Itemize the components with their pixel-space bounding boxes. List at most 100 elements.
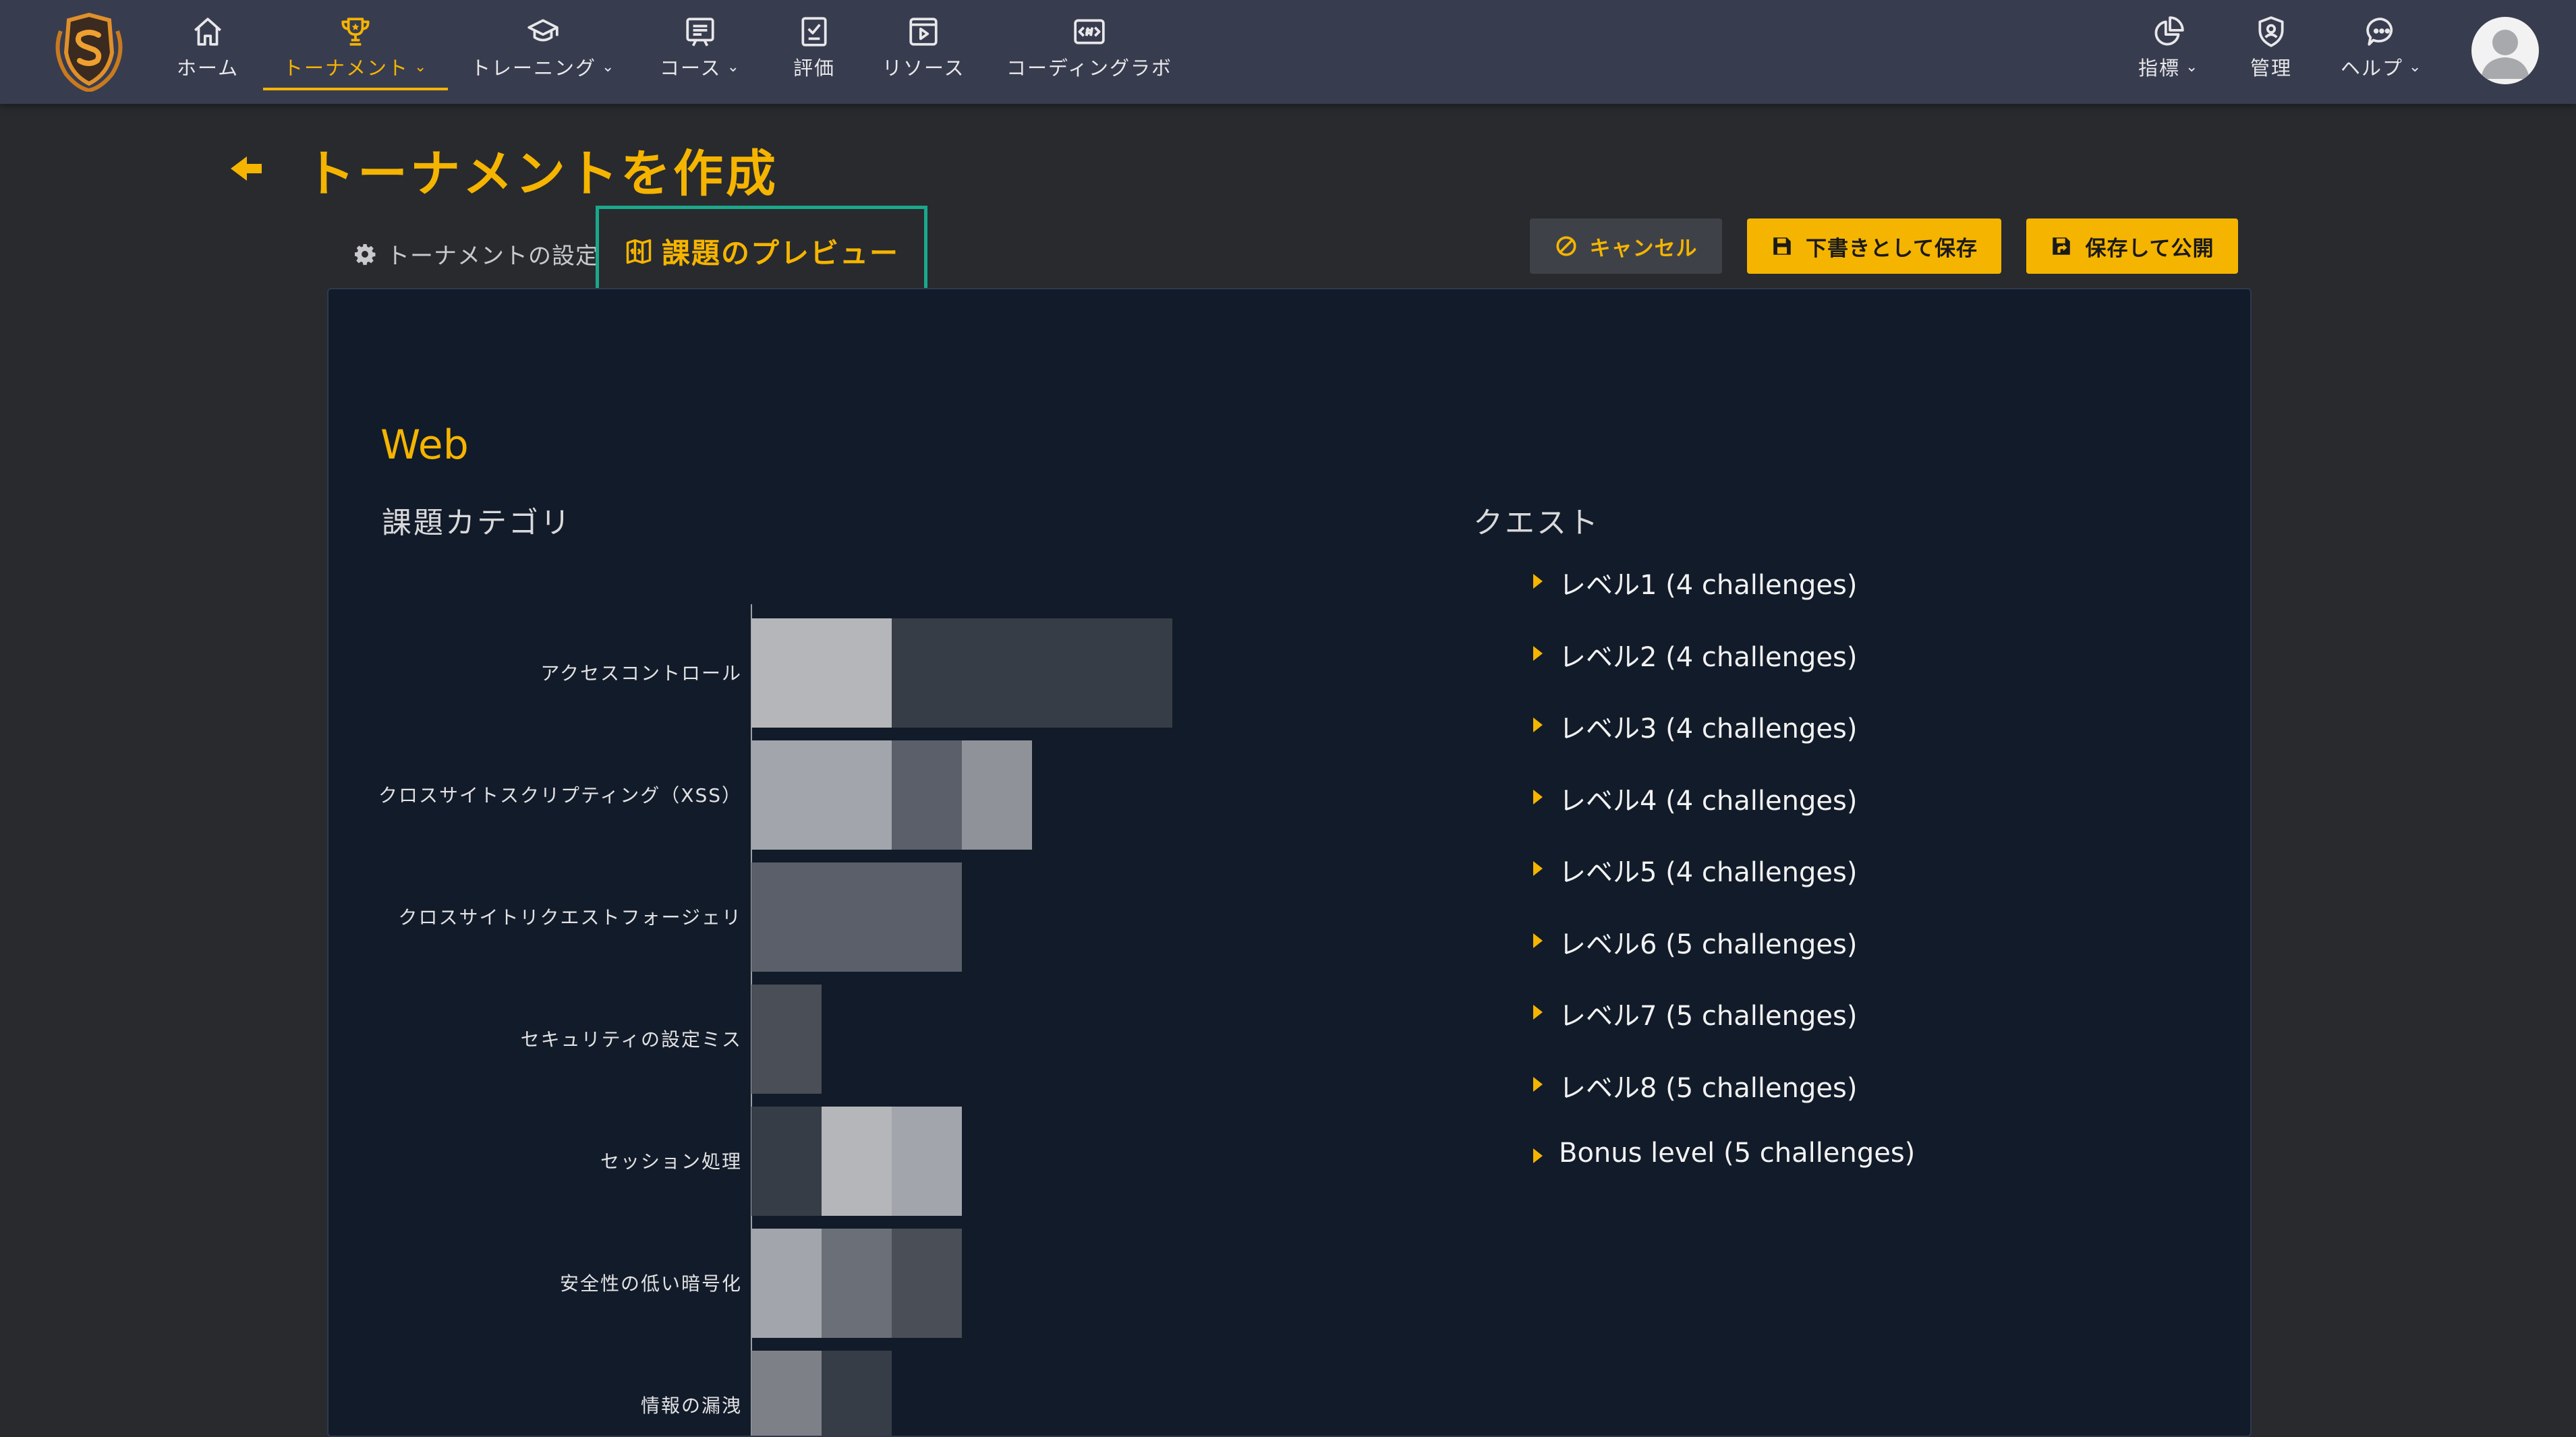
quest-item-label: レベル4 (4 challenges) [1559, 785, 1858, 817]
graduation-cap-icon [527, 19, 559, 42]
preview-panel: Web 課題カテゴリ クエスト アクセスコントロール クロスサイトスクリプティング… [327, 288, 2252, 1437]
tab-preview-label: 課題のプレビュー [661, 237, 899, 270]
nav-training[interactable]: トレーニング ⌄ [471, 15, 615, 89]
chart-category-label: セキュリティの設定ミス [521, 1028, 742, 1051]
trophy-icon [341, 18, 370, 46]
quest-list: レベル1 (4 challenges) レベル2 (4 challenges) レベ… [1533, 563, 1915, 1210]
save-icon [1773, 237, 1791, 255]
chevron-down-icon: ⌄ [602, 58, 616, 76]
top-navbar: ホーム トーナメント ⌄ トレーニング ⌄ コース ⌄ 評価 リソース コーディングラ… [0, 0, 2576, 104]
quest-item-label: Bonus level (5 challenges) [1559, 1138, 1916, 1169]
cancel-button[interactable]: キャンセル [1530, 218, 1722, 274]
caret-right-icon [1533, 1148, 1543, 1163]
page-title: トーナメントを作成 [305, 145, 778, 203]
chart-category-label: クロスサイトスクリプティング（XSS） [378, 784, 742, 807]
admin-shield-icon [2258, 16, 2284, 47]
home-icon [194, 18, 222, 46]
user-icon [2481, 30, 2529, 79]
caret-right-icon [1533, 1076, 1543, 1092]
nav-help[interactable]: ヘルプ ⌄ [2341, 15, 2422, 89]
quest-item[interactable]: レベル2 (4 challenges) [1533, 635, 1915, 707]
quest-item-label: レベル8 (5 challenges) [1559, 1072, 1858, 1104]
quest-item[interactable]: レベル8 (5 challenges) [1533, 1066, 1915, 1138]
chart-bar-segment[interactable] [751, 1351, 822, 1436]
chart-bar-segment[interactable] [892, 618, 1172, 728]
course-icon [686, 18, 714, 47]
chevron-down-icon: ⌄ [2409, 58, 2423, 76]
chart-bar-segment[interactable] [822, 1351, 892, 1436]
save-publish-button[interactable]: 保存して公開 [2026, 218, 2238, 274]
quest-item[interactable]: レベル5 (4 challenges) [1533, 850, 1915, 922]
nav-admin[interactable]: 管理 [2250, 15, 2292, 89]
nav-metrics[interactable]: 指標 ⌄ [2138, 15, 2199, 89]
chart-bar-segment[interactable] [751, 618, 892, 728]
nav-tournament-label: トーナメント [283, 57, 409, 80]
quest-item-label: レベル5 (4 challenges) [1559, 857, 1858, 888]
caret-right-icon [1533, 861, 1543, 876]
chart-bar-segment[interactable] [751, 740, 892, 850]
chart-bar-segment[interactable] [892, 740, 962, 850]
caret-right-icon [1533, 933, 1543, 948]
nav-resources-label: リソース [882, 57, 965, 80]
chat-bubble-icon [2366, 18, 2393, 46]
save-publish-label: 保存して公開 [2085, 236, 2214, 261]
nav-home[interactable]: ホーム [177, 15, 239, 89]
nav-tournament[interactable]: トーナメント ⌄ [262, 15, 449, 90]
cancel-button-label: キャンセル [1589, 236, 1698, 261]
code-lab-icon [1074, 19, 1105, 45]
clipboard-check-icon [801, 17, 827, 47]
category-bar-chart: アクセスコントロールクロスサイトスクリプティング（XSS） クロスサイトリクエスト… [378, 604, 1172, 1436]
quest-item[interactable]: Bonus level (5 challenges) [1533, 1138, 1915, 1210]
quest-item[interactable]: レベル7 (5 challenges) [1533, 994, 1915, 1066]
chart-bar-segment[interactable] [892, 1107, 962, 1216]
quest-item-label: レベル2 (4 challenges) [1559, 641, 1858, 673]
chart-category-label: 情報の漏洩 [641, 1395, 742, 1417]
nav-home-label: ホーム [177, 57, 239, 80]
map-book-icon [626, 239, 652, 264]
nav-training-label: トレーニング [471, 57, 597, 80]
chart-bar-segment[interactable] [962, 740, 1032, 850]
tab-challenge-preview[interactable]: 課題のプレビュー [596, 206, 927, 297]
chart-bar-segment[interactable] [822, 1107, 892, 1216]
quest-item-label: レベル7 (5 challenges) [1559, 1001, 1858, 1032]
nav-courses[interactable]: コース ⌄ [660, 15, 741, 89]
nav-coding-lab[interactable]: コーディングラボ [1006, 15, 1172, 89]
quest-heading: クエスト [1473, 506, 1600, 540]
tab-tournament-settings[interactable]: トーナメントの設定 [353, 237, 599, 270]
chart-category-label: アクセスコントロール [540, 662, 742, 684]
quest-item[interactable]: レベル4 (4 challenges) [1533, 779, 1915, 851]
chart-bar-segment[interactable] [822, 1229, 892, 1338]
tab-settings-label: トーナメントの設定 [387, 243, 599, 270]
caret-right-icon [1533, 645, 1543, 661]
app-logo[interactable] [46, 12, 132, 92]
caret-right-icon [1533, 789, 1543, 804]
user-avatar[interactable] [2471, 17, 2539, 84]
nav-admin-label: 管理 [2250, 57, 2293, 80]
chart-bar-segment[interactable] [751, 1229, 822, 1338]
nav-metrics-label: 指標 [2138, 57, 2181, 80]
chevron-down-icon: ⌄ [414, 58, 428, 76]
quest-item-label: レベル6 (5 challenges) [1559, 929, 1858, 960]
caret-right-icon [1533, 1005, 1543, 1020]
quest-item[interactable]: レベル6 (5 challenges) [1533, 922, 1915, 995]
chart-category-label: 安全性の低い暗号化 [560, 1272, 742, 1295]
nav-assessment[interactable]: 評価 [793, 15, 835, 89]
nav-assessment-label: 評価 [793, 57, 836, 80]
pie-chart-icon [2154, 16, 2184, 46]
chevron-down-icon: ⌄ [2185, 58, 2200, 76]
nav-resources[interactable]: リソース [882, 15, 965, 89]
chart-bar-segment[interactable] [751, 985, 822, 1094]
caret-right-icon [1533, 717, 1543, 732]
save-draft-label: 下書きとして保存 [1805, 236, 1978, 261]
nav-coding-lab-label: コーディングラボ [1006, 57, 1172, 80]
save-draft-button[interactable]: 下書きとして保存 [1747, 218, 2001, 274]
chart-bar-segment[interactable] [751, 862, 962, 972]
back-arrow-icon[interactable] [227, 152, 264, 185]
gear-icon [355, 243, 376, 265]
quest-item[interactable]: レベル3 (4 challenges) [1533, 707, 1915, 779]
quest-item-label: レベル1 (4 challenges) [1559, 570, 1858, 601]
chart-bar-segment[interactable] [892, 1229, 962, 1338]
chart-bar-segment[interactable] [751, 1107, 822, 1216]
quest-item[interactable]: レベル1 (4 challenges) [1533, 563, 1915, 635]
nav-courses-label: コース [660, 57, 722, 80]
